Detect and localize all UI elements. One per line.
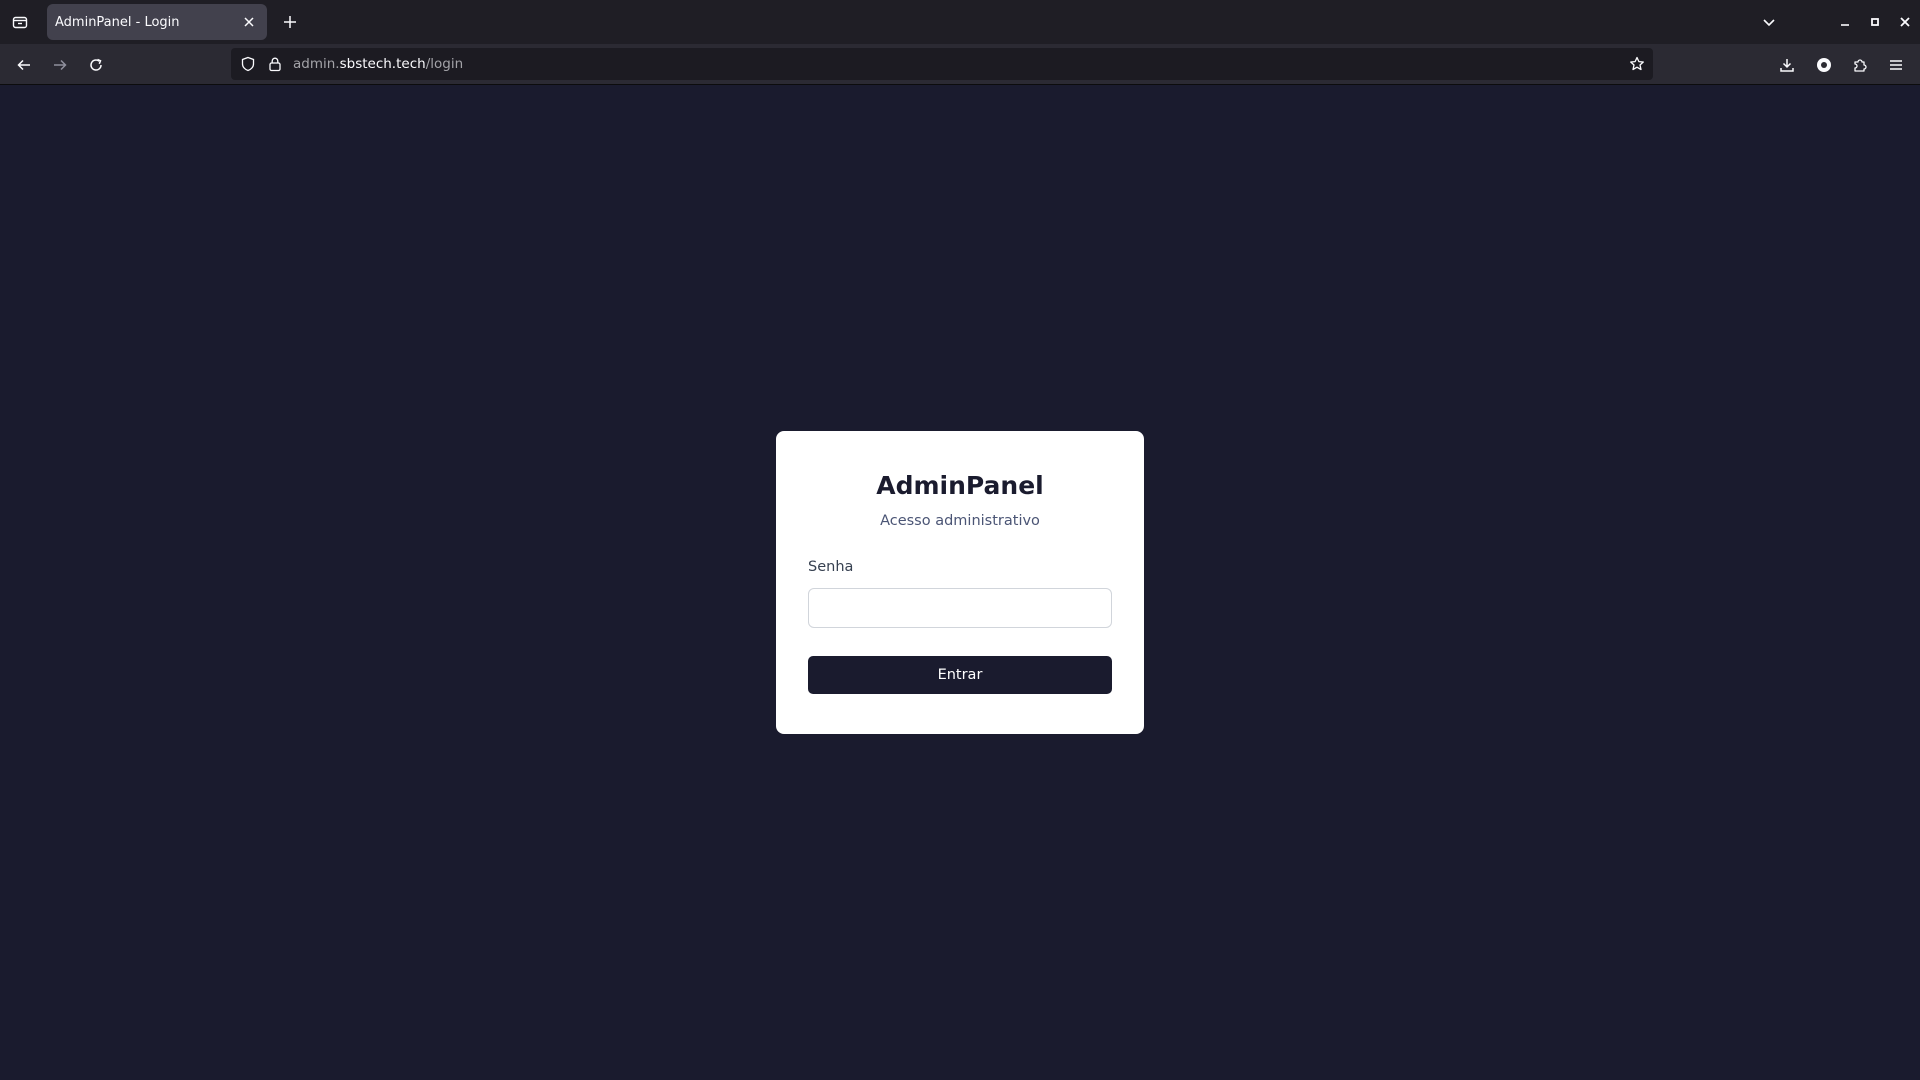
account-icon[interactable]: [1811, 52, 1837, 78]
password-label: Senha: [808, 559, 854, 575]
page-title: AdminPanel: [876, 471, 1044, 500]
page-viewport: AdminPanel Acesso administrativo Senha E…: [0, 86, 1920, 1080]
login-card: AdminPanel Acesso administrativo Senha E…: [776, 431, 1144, 734]
address-bar[interactable]: admin.sbstech.tech/login: [231, 48, 1653, 80]
close-icon[interactable]: [237, 10, 261, 34]
reload-icon[interactable]: [83, 52, 109, 78]
chevron-down-icon[interactable]: [1757, 10, 1781, 34]
submit-button[interactable]: Entrar: [808, 656, 1112, 694]
page-subtitle: Acesso administrativo: [880, 513, 1040, 529]
tab-bar: AdminPanel - Login: [0, 0, 1920, 44]
maximize-icon[interactable]: [1860, 7, 1890, 37]
url-path: /login: [425, 56, 464, 72]
password-input[interactable]: [808, 588, 1112, 628]
url-text: admin.sbstech.tech/login: [293, 56, 463, 72]
star-icon[interactable]: [1629, 56, 1645, 72]
active-tab[interactable]: AdminPanel - Login: [47, 4, 267, 40]
minimize-icon[interactable]: [1830, 7, 1860, 37]
puzzle-icon[interactable]: [1847, 52, 1873, 78]
download-icon[interactable]: [1774, 52, 1800, 78]
forward-arrow-icon[interactable]: [47, 52, 73, 78]
url-host: sbstech.tech: [339, 56, 426, 72]
shield-icon[interactable]: [240, 56, 256, 72]
close-icon[interactable]: [1890, 7, 1920, 37]
plus-icon[interactable]: [278, 10, 302, 34]
tab-title: AdminPanel - Login: [55, 14, 180, 30]
hamburger-menu-icon[interactable]: [1883, 52, 1909, 78]
tab-list-icon[interactable]: [10, 12, 30, 32]
lock-icon[interactable]: [267, 56, 283, 72]
url-host-prefix: admin.: [293, 56, 340, 72]
window-controls: [1830, 0, 1920, 44]
back-arrow-icon[interactable]: [11, 52, 37, 78]
navigation-toolbar: admin.sbstech.tech/login: [0, 44, 1920, 85]
